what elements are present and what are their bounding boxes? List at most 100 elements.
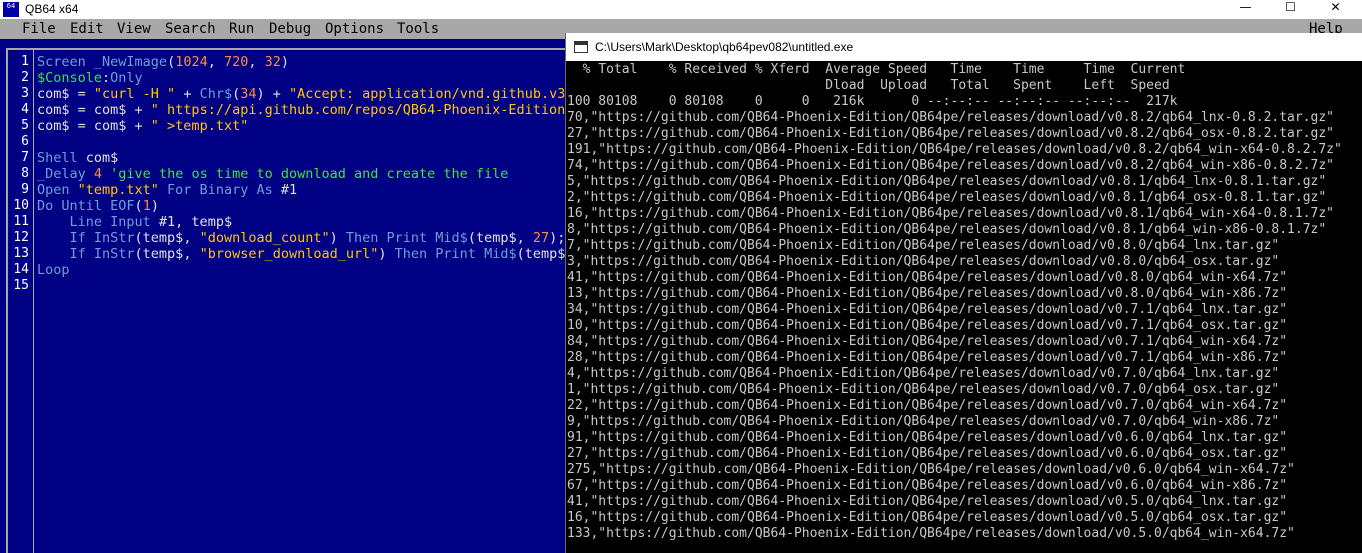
code-line[interactable]: Loop (37, 262, 574, 278)
code-token: ( (134, 198, 143, 214)
console-line: 84,"https://github.com/QB64-Phoenix-Edit… (567, 334, 1288, 349)
console-window-title: C:\Users\Mark\Desktop\qb64pev082\untitle… (595, 40, 854, 54)
code-token: InStr (93, 230, 135, 246)
code-token: ) (280, 54, 290, 70)
code-token: #1 (280, 182, 298, 198)
code-token: Mid$ (484, 246, 517, 262)
code-token: , (207, 54, 224, 70)
menu-search[interactable]: Search (165, 19, 216, 39)
code-token: Then Print (345, 230, 436, 246)
console-titlebar[interactable]: C:\Users\Mark\Desktop\qb64pev082\untitle… (566, 33, 1362, 61)
console-app-icon (574, 41, 588, 53)
code-line[interactable]: If InStr(temp$, "browser_download_url") … (37, 246, 574, 262)
code-line[interactable]: com$ = com$ + " >temp.txt" (37, 118, 574, 134)
console-line: 22,"https://github.com/QB64-Phoenix-Edit… (567, 398, 1288, 413)
code-line[interactable]: com$ = com$ + " https://api.github.com/r… (37, 102, 574, 118)
code-line[interactable]: If InStr(temp$, "download_count") Then P… (37, 230, 574, 246)
code-token: _Delay (37, 166, 94, 182)
code-line[interactable]: com$ = "curl -H " + Chr$(34) + "Accept: … (37, 86, 574, 102)
maximize-button[interactable]: ☐ (1268, 0, 1313, 19)
line-number-gutter: 1 2 3 4 5 6 7 8 9 10 11 12 13 14 15 (7, 54, 29, 294)
code-line[interactable]: Shell com$ (37, 150, 574, 166)
code-line[interactable]: Do Until EOF(1) (37, 198, 574, 214)
console-window: C:\Users\Mark\Desktop\qb64pev082\untitle… (565, 33, 1362, 553)
code-token: "browser_download_url" (199, 246, 379, 262)
menu-debug[interactable]: Debug (269, 19, 311, 39)
code-token: ) (378, 246, 395, 262)
close-icon: ✕ (1330, 0, 1341, 14)
code-token: Screen (37, 54, 94, 70)
minimize-icon: — (1239, 0, 1252, 14)
code-line[interactable]: _Delay 4 'give the os time to download a… (37, 166, 574, 182)
line-number: 5 (21, 118, 29, 133)
console-line: 5,"https://github.com/QB64-Phoenix-Editi… (567, 174, 1327, 189)
code-token: (temp$, (467, 230, 533, 246)
code-token: Chr$ (199, 86, 233, 102)
code-token: "temp.txt" (77, 182, 168, 198)
console-line: 74,"https://github.com/QB64-Phoenix-Edit… (567, 158, 1335, 173)
line-number: 12 (13, 230, 29, 245)
console-line: 2,"https://github.com/QB64-Phoenix-Editi… (567, 190, 1327, 205)
code-token: ); (549, 230, 566, 246)
console-output: % Total % Received % Xferd Average Speed… (566, 62, 1362, 553)
console-line: 133,"https://github.com/QB64-Phoenix-Edi… (567, 526, 1295, 541)
line-number: 13 (13, 246, 29, 261)
code-token: 1 (142, 198, 151, 214)
code-token: For Binary As (167, 182, 281, 198)
console-line: 16,"https://github.com/QB64-Phoenix-Edit… (567, 206, 1335, 221)
app-icon-text: 64 (6, 2, 16, 10)
code-token: com$ = com$ + (37, 102, 151, 118)
code-token: 1024 (175, 54, 208, 70)
code-token: 720 (223, 54, 249, 70)
line-number: 2 (21, 70, 29, 85)
console-line: 1,"https://github.com/QB64-Phoenix-Editi… (567, 382, 1280, 397)
menu-tools[interactable]: Tools (397, 19, 439, 39)
console-line: 13,"https://github.com/QB64-Phoenix-Edit… (567, 286, 1288, 301)
console-line: 27,"https://github.com/QB64-Phoenix-Edit… (567, 126, 1335, 141)
qb64-app-icon: 64 (3, 2, 19, 17)
console-line: 275,"https://github.com/QB64-Phoenix-Edi… (567, 462, 1295, 477)
code-token: 27 (532, 230, 550, 246)
code-line[interactable]: Open "temp.txt" For Binary As #1 (37, 182, 574, 198)
code-line[interactable] (37, 134, 574, 150)
code-token: : (102, 70, 111, 86)
code-line[interactable] (37, 278, 574, 294)
code-token: ) (150, 198, 159, 214)
console-line: 27,"https://github.com/QB64-Phoenix-Edit… (567, 446, 1288, 461)
line-number: 10 (13, 198, 29, 213)
menu-file[interactable]: File (22, 19, 56, 39)
code-token: (temp$, (134, 246, 200, 262)
console-line: 70,"https://github.com/QB64-Phoenix-Edit… (567, 110, 1335, 125)
line-number: 1 (21, 54, 29, 69)
line-number: 4 (21, 102, 29, 117)
ide-titlebar[interactable]: 64 QB64 x64 — ☐ ✕ (0, 0, 1362, 19)
close-button[interactable]: ✕ (1313, 0, 1358, 19)
minimize-button[interactable]: — (1223, 0, 1268, 19)
code-token: Mid$ (435, 230, 468, 246)
code-token: " https://api.github.com/repos/QB64-Phoe… (150, 102, 574, 118)
console-line: 34,"https://github.com/QB64-Phoenix-Edit… (567, 302, 1288, 317)
code-token: #1, temp$ (158, 214, 233, 230)
console-line: 91,"https://github.com/QB64-Phoenix-Edit… (567, 430, 1288, 445)
console-line: % Total % Received % Xferd Average Speed… (567, 62, 1186, 77)
menu-view[interactable]: View (117, 19, 151, 39)
menu-run[interactable]: Run (229, 19, 254, 39)
menu-edit[interactable]: Edit (70, 19, 104, 39)
code-token: "curl -H " (93, 86, 176, 102)
code-token: Open (37, 182, 78, 198)
code-area[interactable]: Screen _NewImage(1024, 720, 32) $Console:… (37, 54, 574, 294)
menu-options[interactable]: Options (325, 19, 384, 39)
code-line[interactable]: Line Input #1, temp$ (37, 214, 574, 230)
code-token: InStr (93, 246, 135, 262)
line-number: 9 (21, 182, 29, 197)
code-token: ( (167, 54, 176, 70)
code-line[interactable]: $Console:Only (37, 70, 574, 86)
console-line: 7,"https://github.com/QB64-Phoenix-Editi… (567, 238, 1280, 253)
code-line[interactable]: Screen _NewImage(1024, 720, 32) (37, 54, 574, 70)
console-line: 191,"https://github.com/QB64-Phoenix-Edi… (567, 142, 1342, 157)
console-line: 41,"https://github.com/QB64-Phoenix-Edit… (567, 270, 1288, 285)
code-token: If (69, 230, 94, 246)
maximize-icon: ☐ (1285, 0, 1296, 14)
console-line: Dload Upload Total Spent Left Speed (567, 78, 1170, 93)
